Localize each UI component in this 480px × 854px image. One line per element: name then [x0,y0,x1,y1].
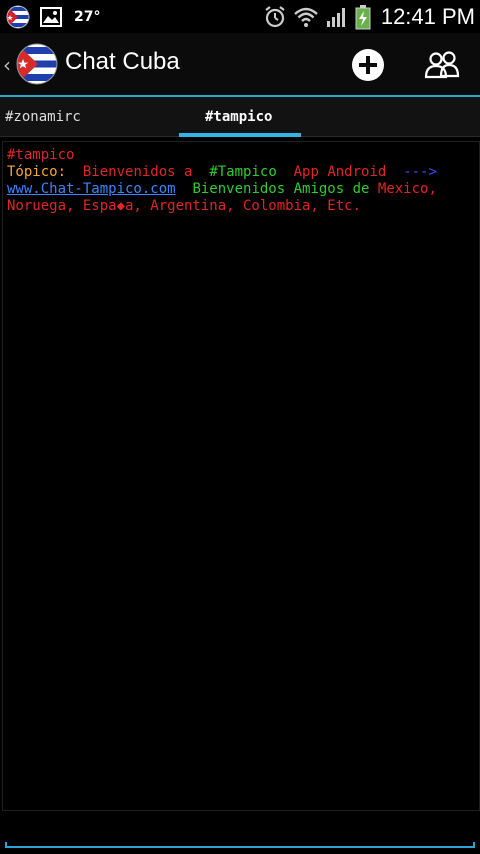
topic-line: Tópico: Bienvenidos a #Tampico App Andro… [7,164,475,215]
battery-charging-icon [355,5,371,30]
alarm-icon [265,6,285,28]
app-title: Chat Cuba [65,48,180,75]
back-chevron-icon[interactable]: ‹ [3,55,11,75]
status-bar-system: 12:41 PM [263,3,475,31]
topic-countries-1: Mexico, [377,181,437,197]
channel-tabs: #zonamirc #tampico [0,97,480,137]
add-icon[interactable] [350,47,386,83]
chat-log[interactable]: #tampico Tópico: Bienvenidos a #Tampico … [2,141,480,811]
active-tab-indicator [179,133,301,137]
cuba-flag-icon[interactable] [16,43,58,85]
topic-link[interactable]: www.Chat-Tampico.com [7,181,176,197]
topic-welcome-2: Bienvenidos Amigos de [192,181,370,197]
status-bar-notifications: 27° [6,5,100,29]
tab-zonamirc[interactable]: #zonamirc [5,97,81,137]
tab-tampico[interactable]: #tampico [205,97,272,137]
action-bar: ‹ Chat Cuba [0,33,480,96]
clock-text: 12:41 PM [380,4,475,29]
topic-app: App Android [293,164,387,180]
topic-label: Tópico: [7,164,67,180]
message-input-underline [5,842,475,848]
channel-line: #tampico [7,147,75,163]
chat-messages: #tampico Tópico: Bienvenidos a #Tampico … [7,147,475,215]
signal-icon [326,8,345,27]
topic-arrow: ---> [403,164,437,180]
cuba-flag-icon [6,5,30,29]
message-input[interactable] [5,816,475,848]
message-input-wrap [5,816,475,850]
topic-countries-2: Noruega, Espa◆a, Argentina, Colombia, Et… [7,198,362,214]
temperature-text: 27° [74,9,101,25]
topic-channel[interactable]: #Tampico [209,164,276,180]
gallery-icon [40,7,62,27]
topic-welcome: Bienvenidos a [82,164,193,180]
status-bar: 27° 12:41 PM [0,0,480,33]
wifi-icon [294,7,318,27]
users-icon[interactable] [424,47,460,83]
